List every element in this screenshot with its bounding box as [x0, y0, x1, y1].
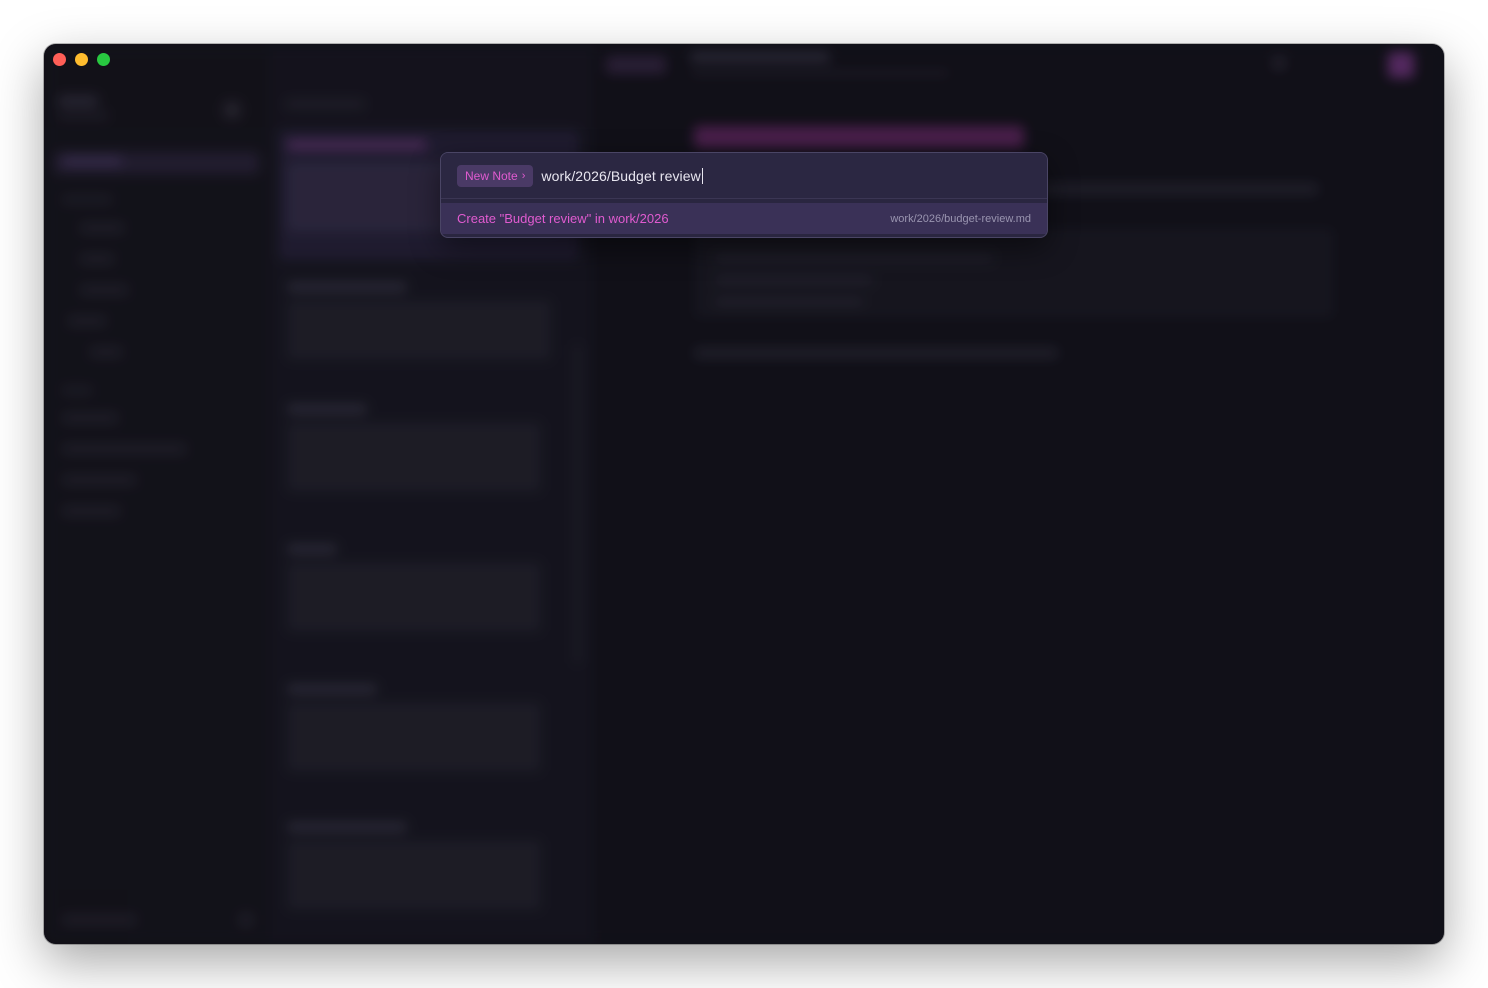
note-path-input-value: work/2026/Budget review — [541, 167, 701, 184]
result-label: Create "Budget review" in work/2026 — [457, 211, 669, 226]
mode-chip[interactable]: New Note › — [457, 164, 534, 187]
minimize-window-icon[interactable] — [75, 53, 88, 66]
app-window: New Note › work/2026/Budget review Creat… — [44, 44, 1444, 944]
new-note-palette: New Note › work/2026/Budget review Creat… — [440, 152, 1048, 238]
chevron-right-icon: › — [521, 169, 526, 182]
result-path: work/2026/budget-review.md — [890, 212, 1031, 225]
window-controls — [53, 53, 110, 66]
text-caret — [701, 167, 703, 184]
close-window-icon[interactable] — [53, 53, 66, 66]
note-path-input[interactable]: work/2026/Budget review — [541, 167, 703, 184]
mode-chip-label: New Note — [465, 168, 518, 183]
maximize-window-icon[interactable] — [97, 53, 110, 66]
create-note-result[interactable]: Create "Budget review" in work/2026 work… — [441, 203, 1047, 234]
palette-input-row: New Note › work/2026/Budget review — [441, 153, 1047, 199]
